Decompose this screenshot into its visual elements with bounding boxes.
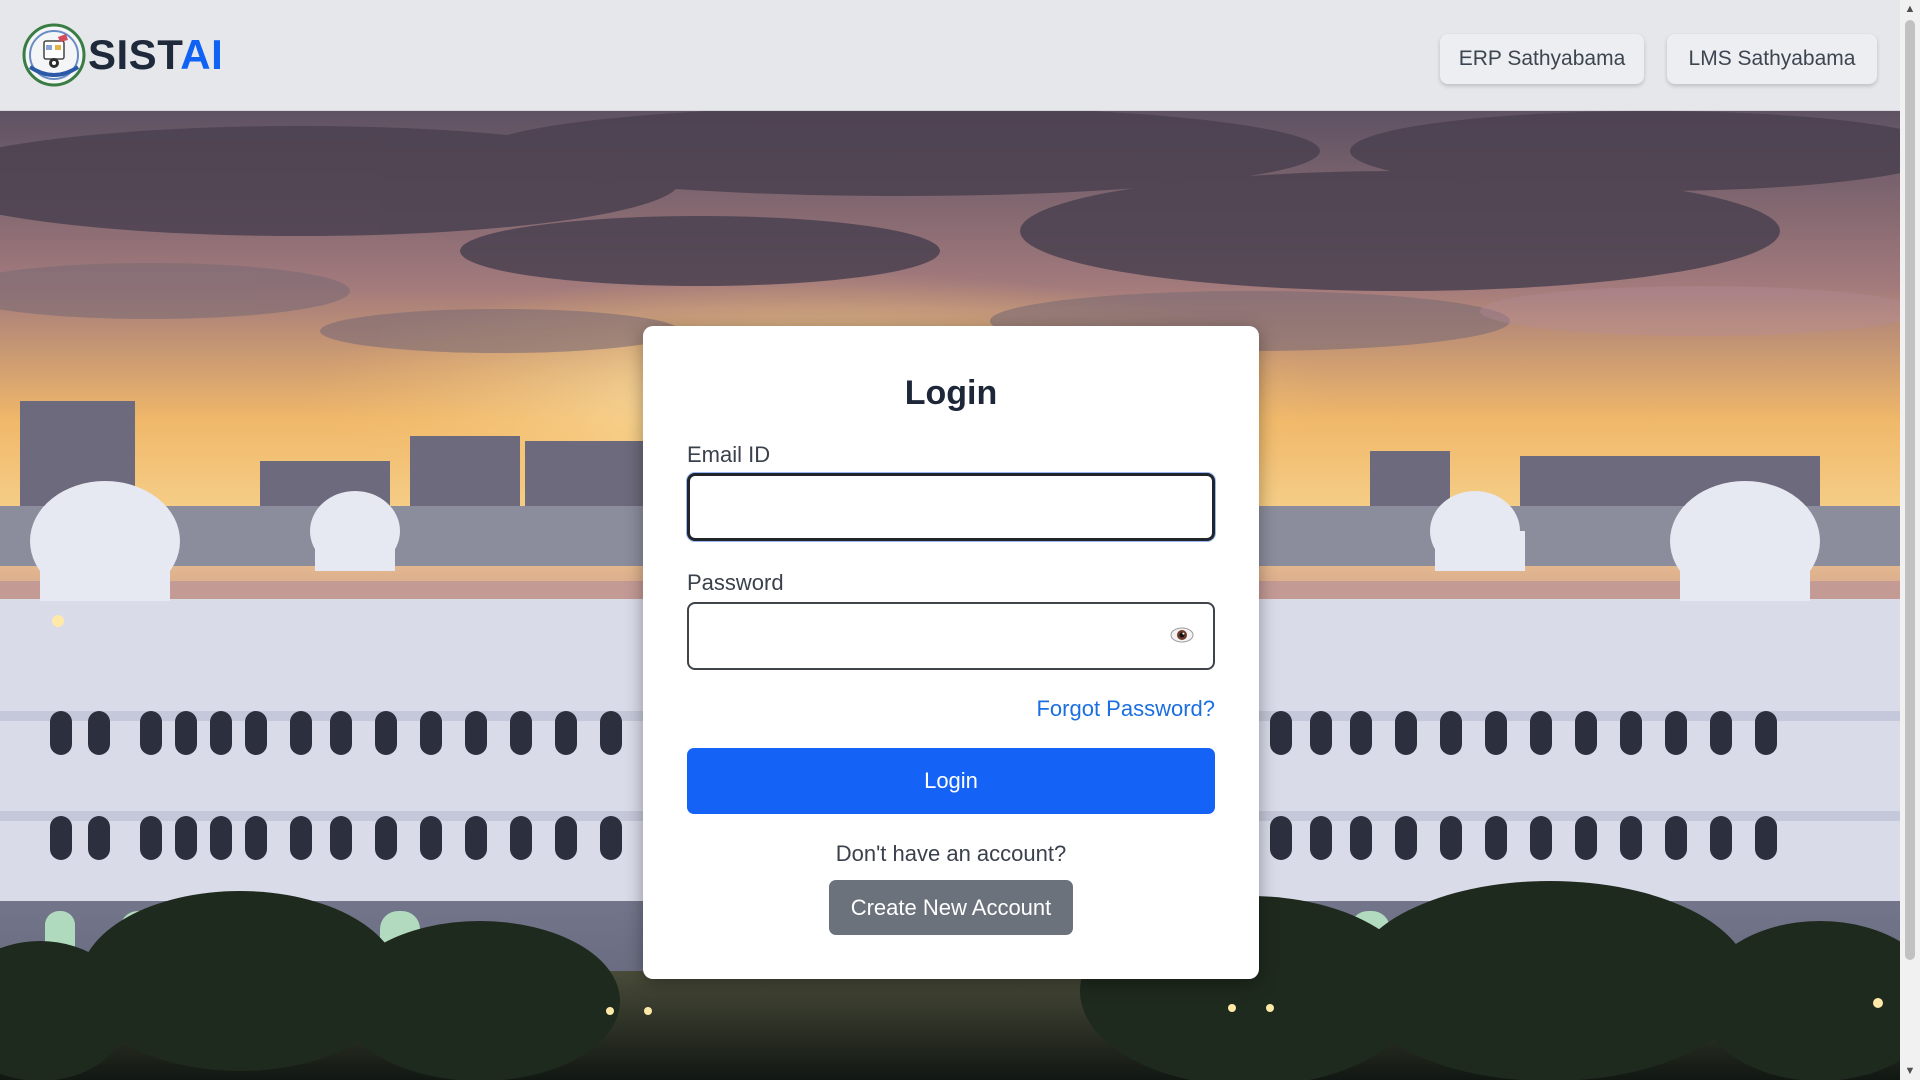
login-card: Login Email ID Password Forgot Password?… (643, 326, 1259, 979)
email-label: Email ID (687, 442, 771, 467)
forgot-password-link[interactable]: Forgot Password? (643, 696, 1215, 722)
brand-name-part1: SIST (88, 31, 181, 78)
create-account-button[interactable]: Create New Account (829, 880, 1073, 935)
top-navbar: SISTAI ERP Sathyabama LMS Sathyabama (0, 0, 1900, 111)
vertical-scrollbar[interactable]: ▲ ▼ (1900, 0, 1920, 1080)
scroll-down-arrow-icon[interactable]: ▼ (1900, 1062, 1920, 1080)
brand[interactable]: SISTAI (22, 22, 223, 88)
erp-sathyabama-button[interactable]: ERP Sathyabama (1440, 34, 1644, 84)
password-input[interactable] (687, 602, 1215, 670)
lms-sathyabama-button[interactable]: LMS Sathyabama (1667, 34, 1877, 84)
email-input[interactable] (687, 473, 1215, 541)
scrollbar-thumb[interactable] (1905, 20, 1915, 960)
no-account-text: Don't have an account? (835, 841, 1067, 866)
brand-name-part2: AI (180, 31, 224, 78)
login-title: Login (904, 374, 998, 412)
eye-icon[interactable] (1169, 624, 1195, 646)
login-button[interactable]: Login (687, 748, 1215, 814)
brand-name: SISTAI (88, 34, 223, 76)
scroll-up-arrow-icon[interactable]: ▲ (1900, 0, 1920, 18)
university-seal-logo (22, 23, 86, 87)
password-label: Password (687, 570, 784, 595)
